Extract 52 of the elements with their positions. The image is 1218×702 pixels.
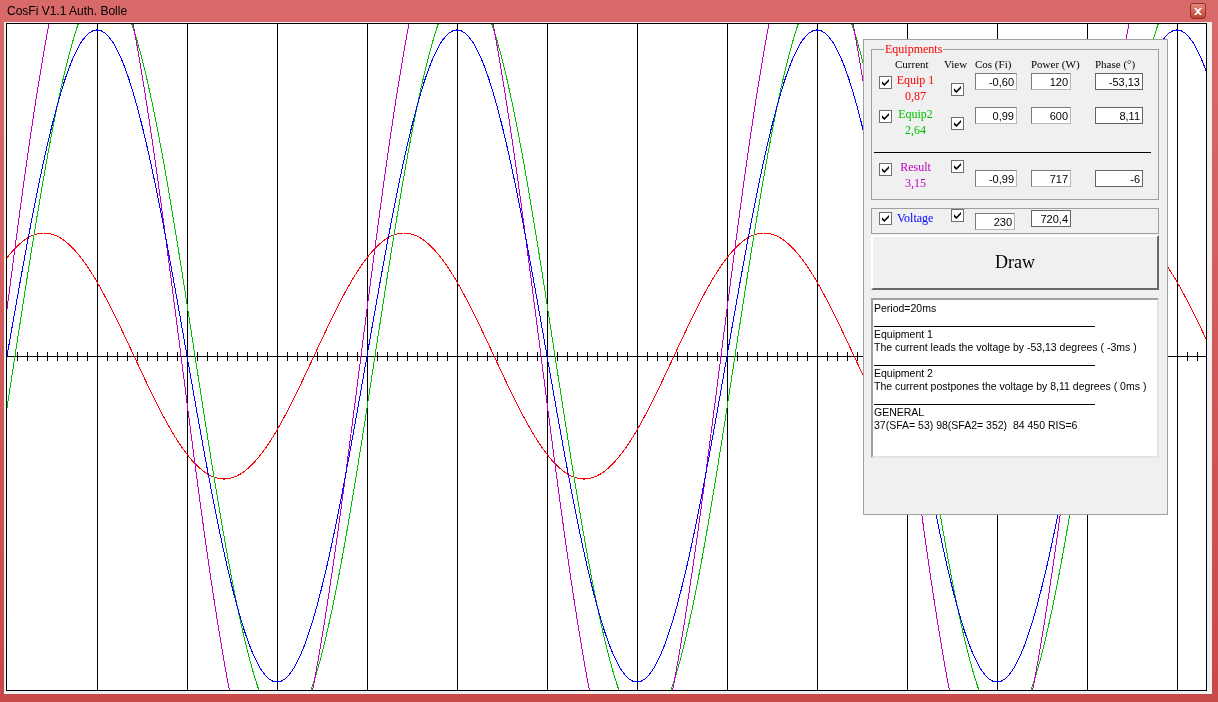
phase-field[interactable]: -6 xyxy=(1095,170,1143,187)
phase-field[interactable]: -53,13 xyxy=(1095,73,1143,90)
cos-field[interactable]: 0,99 xyxy=(975,107,1017,124)
row-label: Equip2 xyxy=(898,107,933,121)
current-value: 3,15 xyxy=(905,176,926,190)
check-icon xyxy=(954,212,961,219)
row-label: Result xyxy=(900,160,931,174)
power-field[interactable]: 600 xyxy=(1031,107,1071,124)
check-icon xyxy=(954,86,961,93)
power-field[interactable]: 717 xyxy=(1031,170,1071,187)
section-title: Equipment 2 xyxy=(874,367,934,380)
current-value: 0,87 xyxy=(905,89,926,103)
column-header: Current xyxy=(895,58,929,70)
phase-field[interactable]: 8,11 xyxy=(1095,107,1143,124)
check-icon xyxy=(954,120,961,127)
checkbox[interactable] xyxy=(879,163,892,176)
checkbox[interactable] xyxy=(951,83,964,96)
window-title: CosFi V1.1 Auth. Bolle xyxy=(7,4,128,18)
column-header: Cos (Fi) xyxy=(975,58,1012,70)
power-field[interactable]: 120 xyxy=(1031,73,1071,90)
check-icon xyxy=(954,163,961,170)
draw-button[interactable]: Draw xyxy=(871,235,1159,290)
group-title: Equipments xyxy=(884,43,944,56)
section-title: Equipment 1 xyxy=(874,328,934,341)
section-title: GENERAL xyxy=(874,406,926,419)
close-icon xyxy=(1194,7,1202,15)
column-header: View xyxy=(944,58,968,70)
close-button[interactable] xyxy=(1190,3,1206,19)
row-label: Equip 1 xyxy=(896,73,935,87)
column-header: Power (W) xyxy=(1031,58,1080,70)
check-icon xyxy=(882,113,889,120)
cos-field[interactable]: -0,60 xyxy=(975,73,1017,90)
check-icon xyxy=(882,215,889,222)
checkbox[interactable] xyxy=(879,76,892,89)
power-field[interactable]: 720,4 xyxy=(1031,210,1071,227)
column-header: Phase (°) xyxy=(1095,58,1136,70)
section-text: The current leads the voltage by -53,13 degrees ( -3ms ) xyxy=(874,341,1138,354)
section-text: The current postpones the voltage by 8,11 degrees ( 0ms ) xyxy=(874,380,1148,393)
checkbox[interactable] xyxy=(951,209,964,222)
report-text-area[interactable]: Period=20ms Equipment 1 The current leads the voltage by -53,13 degrees ( -3ms ) Equipment 2 The current postpones the voltage by 8,11 degrees ( 0ms ) GENERAL 37(SFA= 53) 98(SFA2= 352) 84 450 RIS=6 xyxy=(871,298,1159,458)
check-icon xyxy=(882,79,889,86)
voltage-field[interactable]: 230 xyxy=(975,213,1015,230)
checkbox[interactable] xyxy=(951,160,964,173)
period-text: Period=20ms xyxy=(874,302,938,315)
row-label: Voltage xyxy=(896,211,935,225)
current-value: 2,64 xyxy=(905,123,926,137)
cos-field[interactable]: -0,99 xyxy=(975,170,1017,187)
checkbox[interactable] xyxy=(879,110,892,123)
section-text: 37(SFA= 53) 98(SFA2= 352) 84 450 RIS=6 xyxy=(874,419,1079,432)
checkbox[interactable] xyxy=(951,117,964,130)
check-icon xyxy=(882,166,889,173)
checkbox[interactable] xyxy=(879,212,892,225)
